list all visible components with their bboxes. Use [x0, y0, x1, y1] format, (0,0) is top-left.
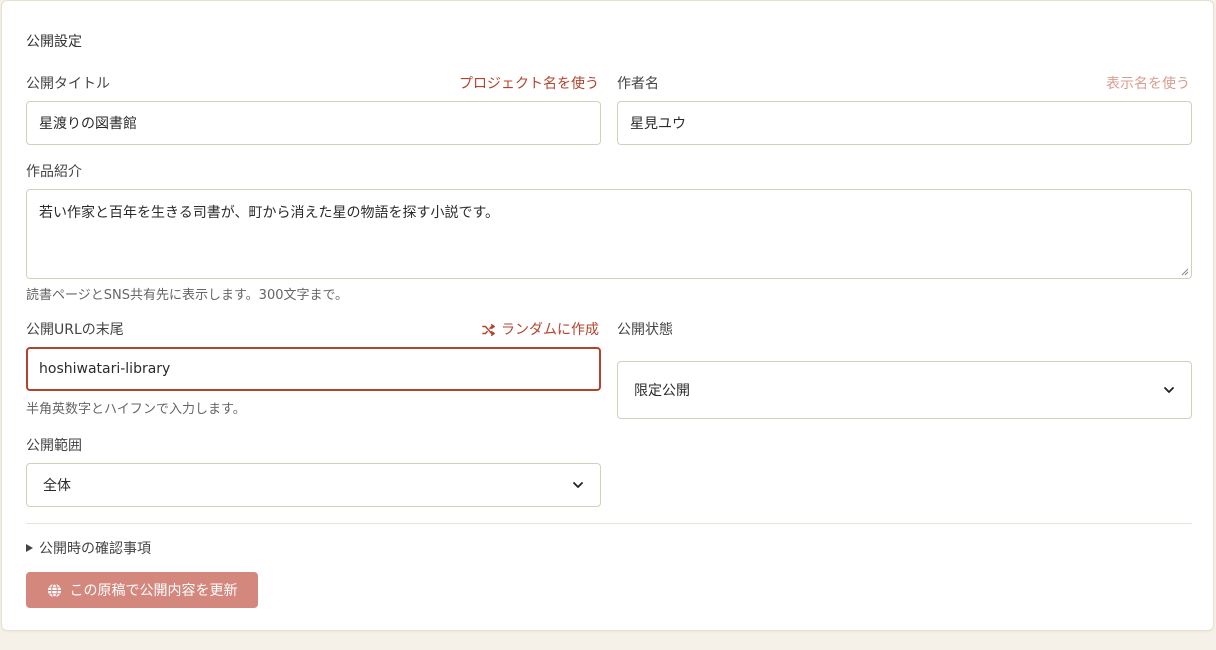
use-project-name-link[interactable]: プロジェクト名を使う — [459, 74, 599, 94]
slug-label: 公開URLの末尾 — [26, 322, 124, 338]
slug-help: 半角英数字とハイフンで入力します。 — [26, 402, 246, 417]
description-label: 作品紹介 — [26, 164, 82, 180]
publish-checklist-summary[interactable]: 公開時の確認事項 — [26, 538, 151, 558]
title-label: 公開タイトル — [26, 76, 110, 92]
section-title: 公開設定 — [26, 34, 82, 50]
description-textarea[interactable]: 若い作家と百年を生きる司書が、町から消えた星の物語を探す小説です。 — [26, 189, 1192, 279]
description-help: 読書ページとSNS共有先に表示します。300文字まで。 — [26, 288, 348, 303]
update-publish-label: この原稿で公開内容を更新 — [69, 583, 238, 599]
author-input[interactable]: 星見ユウ — [617, 101, 1192, 145]
update-publish-button[interactable]: この原稿で公開内容を更新 — [26, 572, 258, 608]
scope-selected: 全体 — [43, 478, 71, 494]
random-generate-label: ランダムに作成 — [501, 322, 599, 338]
resize-grip-icon[interactable] — [1181, 268, 1189, 276]
use-display-name-link[interactable]: 表示名を使う — [1106, 74, 1190, 94]
scope-select[interactable]: 全体 — [26, 463, 601, 507]
chevron-down-icon — [573, 482, 583, 488]
publish-checklist-label: 公開時の確認事項 — [39, 541, 151, 557]
chevron-down-icon — [1164, 387, 1174, 393]
divider — [26, 523, 1192, 524]
slug-input-value: hoshiwatari-library — [39, 361, 171, 377]
author-label: 作者名 — [617, 76, 659, 92]
publish-settings-card: 公開設定 公開タイトル プロジェクト名を使う 星渡りの図書館 作者名 表示名を使… — [1, 0, 1214, 631]
status-select[interactable]: 限定公開 — [617, 361, 1192, 419]
globe-icon — [47, 582, 61, 598]
slug-input[interactable]: hoshiwatari-library — [26, 347, 601, 391]
disclosure-triangle-icon — [26, 544, 33, 552]
shuffle-icon — [482, 324, 495, 336]
random-generate-link[interactable]: ランダムに作成 — [482, 320, 599, 340]
scope-label: 公開範囲 — [26, 438, 82, 454]
status-label: 公開状態 — [617, 322, 673, 338]
status-selected: 限定公開 — [634, 383, 690, 399]
description-value: 若い作家と百年を生きる司書が、町から消えた星の物語を探す小説です。 — [39, 205, 500, 221]
title-input[interactable]: 星渡りの図書館 — [26, 101, 601, 145]
author-input-value: 星見ユウ — [630, 116, 686, 132]
title-input-value: 星渡りの図書館 — [39, 116, 137, 132]
